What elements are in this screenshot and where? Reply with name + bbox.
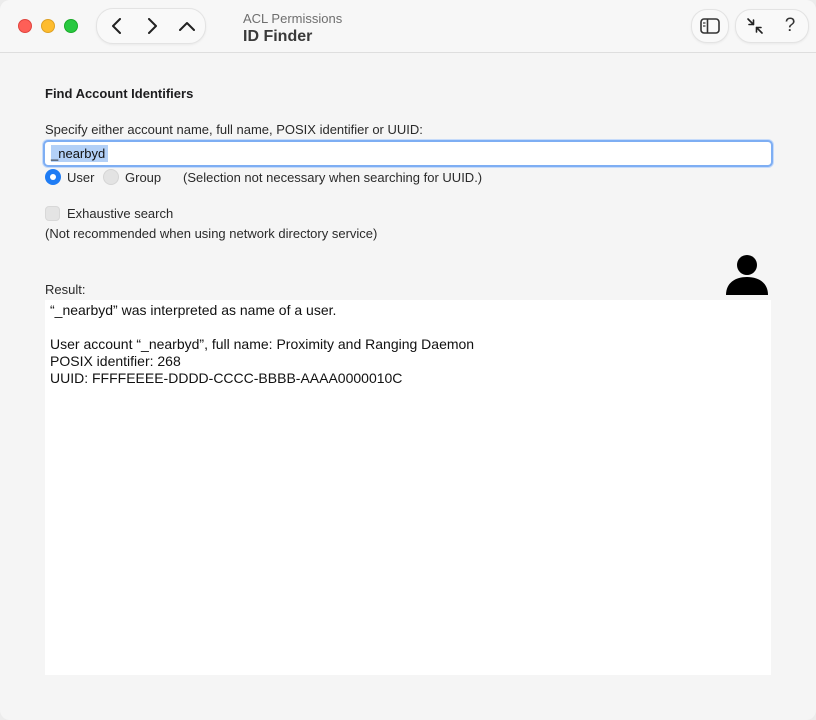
search-label: Specify either account name, full name, … bbox=[45, 122, 423, 137]
back-button[interactable] bbox=[99, 9, 135, 43]
minimize-window-button[interactable] bbox=[41, 19, 55, 33]
exhaustive-search-checkbox[interactable] bbox=[45, 206, 60, 221]
app-window: ACL Permissions ID Finder ? Find Account… bbox=[0, 0, 816, 720]
chevron-right-icon bbox=[148, 18, 157, 34]
search-input[interactable]: _nearbyd bbox=[51, 146, 105, 161]
sidebar-icon bbox=[700, 18, 720, 34]
help-button[interactable]: ? bbox=[772, 10, 808, 42]
navigation-group bbox=[96, 8, 206, 44]
chevron-up-icon bbox=[179, 22, 195, 31]
type-selection-note: (Selection not necessary when searching … bbox=[183, 170, 483, 185]
result-label: Result: bbox=[45, 282, 86, 297]
title-bar: ACL Permissions ID Finder ? bbox=[0, 0, 816, 53]
toggle-sidebar-button[interactable] bbox=[691, 9, 729, 43]
result-line: POSIX identifier: 268 bbox=[50, 353, 181, 369]
chevron-left-icon bbox=[112, 18, 121, 34]
group-radio-label[interactable]: Group bbox=[125, 170, 161, 185]
result-line: UUID: FFFFEEEE-DDDD-CCCC-BBBB-AAAA000001… bbox=[50, 370, 403, 386]
zoom-window-button[interactable] bbox=[64, 19, 78, 33]
window-title: ID Finder bbox=[243, 28, 313, 45]
forward-button[interactable] bbox=[134, 9, 170, 43]
result-line: “_nearbyd” was interpreted as name of a … bbox=[50, 302, 337, 318]
user-silhouette-icon bbox=[726, 255, 768, 295]
user-radio[interactable] bbox=[45, 169, 61, 185]
search-field[interactable]: _nearbyd bbox=[43, 140, 773, 167]
group-radio[interactable] bbox=[103, 169, 119, 185]
window-subtitle: ACL Permissions bbox=[243, 11, 343, 26]
result-text-area[interactable]: “_nearbyd” was interpreted as name of a … bbox=[45, 300, 771, 675]
main-content: Find Account Identifiers Specify either … bbox=[0, 53, 816, 720]
collapse-arrows-icon bbox=[747, 18, 763, 34]
window-actions-group: ? bbox=[735, 9, 809, 43]
collapse-button[interactable] bbox=[737, 10, 773, 42]
exhaustive-search-label[interactable]: Exhaustive search bbox=[67, 206, 173, 221]
up-button[interactable] bbox=[169, 9, 205, 43]
exhaustive-search-note: (Not recommended when using network dire… bbox=[45, 226, 378, 241]
close-window-button[interactable] bbox=[18, 19, 32, 33]
section-title: Find Account Identifiers bbox=[45, 86, 194, 101]
user-radio-label[interactable]: User bbox=[67, 170, 94, 185]
result-line: User account “_nearbyd”, full name: Prox… bbox=[50, 336, 475, 352]
